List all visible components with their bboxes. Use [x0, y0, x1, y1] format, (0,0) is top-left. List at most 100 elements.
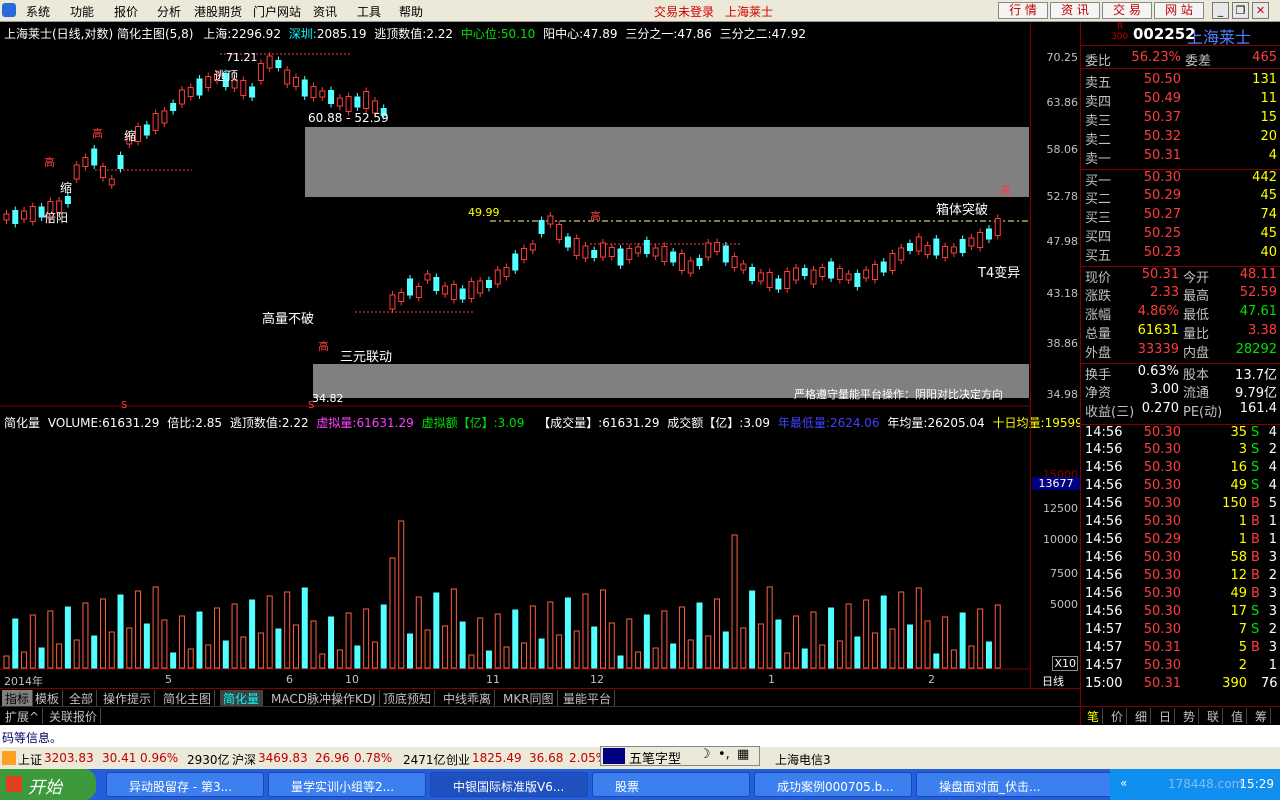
menu-item-news[interactable]: 资讯 [313, 3, 337, 20]
tab-indicator[interactable]: 操作KDJ [328, 690, 380, 706]
menu-item-portal[interactable]: 门户网站 [253, 3, 301, 20]
tab-indicator[interactable]: MKR同图 [500, 690, 558, 706]
tab-indicator[interactable]: MACD脉冲 [268, 690, 335, 706]
bid-row[interactable]: 买四 50.25 45 [1081, 226, 1280, 245]
moon-icon[interactable]: ☽ [699, 747, 711, 762]
tab-indicator[interactable]: 模板 [32, 690, 64, 706]
menu-item-quote[interactable]: 报价 [114, 3, 138, 20]
escape-top-label: 逃顶 [214, 69, 239, 83]
side-tab[interactable]: 价 [1108, 708, 1128, 724]
tab-indicator[interactable]: 中线乖离 [440, 690, 496, 706]
tab-indicator[interactable]: 简化量 [220, 690, 264, 706]
quote-panel: R 300 002252 上海莱士 委比 56.23% 委差 465 卖五 50… [1080, 22, 1280, 726]
candle [143, 124, 150, 136]
ask-row[interactable]: 卖三 50.37 15 [1081, 110, 1280, 129]
menu-item-system[interactable]: 系统 [26, 3, 50, 20]
task-item[interactable]: 股票 [592, 772, 750, 797]
candle [336, 97, 343, 107]
tab-indicator[interactable]: 全部 [66, 690, 98, 706]
restore-icon[interactable]: ❐ [1232, 2, 1249, 19]
minimize-icon[interactable]: _ [1212, 2, 1229, 19]
tab-indicator[interactable]: 顶底预知 [380, 690, 436, 706]
news-button[interactable]: 资 讯 [1050, 2, 1100, 19]
volume-bar [29, 614, 36, 669]
v4999-label: 49.99 [468, 206, 500, 219]
close-icon[interactable]: ✕ [1252, 2, 1269, 19]
task-item[interactable]: 成功案例000705.b... [754, 772, 912, 797]
candle [363, 91, 370, 109]
menu-item-help[interactable]: 帮助 [399, 3, 423, 20]
bid-volume: 40 [1260, 245, 1277, 260]
ask-row[interactable]: 卖二 50.32 20 [1081, 129, 1280, 148]
side-tab[interactable]: 细 [1132, 708, 1152, 724]
side-tab[interactable]: 笔 [1084, 708, 1104, 724]
bid-row[interactable]: 买三 50.27 74 [1081, 207, 1280, 226]
windows-logo-icon [6, 776, 22, 792]
menu-item-hk-futures[interactable]: 港股期货 [194, 3, 242, 20]
tab-indicator[interactable]: 量能平台 [560, 690, 616, 706]
year-low-value: 2624.06 [829, 416, 880, 430]
side-tab[interactable]: 势 [1180, 708, 1200, 724]
tray-arrow-icon[interactable]: « [1120, 776, 1127, 790]
candle [591, 250, 598, 258]
tick-side: S [1251, 622, 1260, 637]
side-tab[interactable]: 日 [1156, 708, 1176, 724]
side-tab[interactable]: 筹 [1252, 708, 1272, 724]
task-label: 成功案例000705.b... [777, 780, 894, 794]
website-button[interactable]: 网 站 [1154, 2, 1204, 19]
tick-volume: 7 [1238, 622, 1247, 637]
menu-item-function[interactable]: 功能 [70, 3, 94, 20]
tick-count: 2 [1268, 442, 1277, 457]
menu-item-analysis[interactable]: 分析 [157, 3, 181, 20]
start-button[interactable]: 开始 [0, 769, 96, 800]
cy-index-name[interactable]: 创业 [446, 751, 470, 768]
candle [99, 166, 106, 178]
task-item[interactable]: 操盘面对面_伏击... [916, 772, 1112, 797]
trade-button[interactable]: 交 易 [1102, 2, 1152, 19]
volume-bar [354, 645, 361, 669]
bid-row[interactable]: 买二 50.29 45 [1081, 188, 1280, 207]
tick-price: 50.30 [1143, 442, 1181, 457]
keyboard-icon[interactable]: ▦ [737, 747, 749, 762]
clock[interactable]: 15:29 [1239, 777, 1274, 791]
menu-item-tools[interactable]: 工具 [357, 3, 381, 20]
sh-label: 上海: [203, 27, 232, 41]
vol-unit: X10 [1052, 656, 1078, 671]
volume-bar [757, 623, 764, 669]
tick-volume: 49 [1230, 478, 1247, 493]
tick-price: 50.30 [1143, 496, 1181, 511]
tab-indicator[interactable]: 简化主图 [160, 690, 216, 706]
ask-row[interactable]: 卖一 50.31 4 [1081, 148, 1280, 167]
tab-indicator[interactable]: 操作提示 [100, 690, 156, 706]
volume-bar [292, 624, 299, 669]
ask-price: 50.50 [1143, 72, 1181, 87]
candle [3, 213, 10, 221]
ask-row[interactable]: 卖四 50.49 11 [1081, 91, 1280, 110]
side-tab[interactable]: 值 [1228, 708, 1248, 724]
punct-icon[interactable]: •, [718, 747, 730, 762]
tick-price: 50.30 [1143, 425, 1181, 440]
tab-extend[interactable]: 扩展^ [2, 708, 44, 724]
tab-indicator[interactable]: 指标 [2, 690, 34, 706]
hs-index-change: 26.96 [315, 751, 350, 765]
bid-row[interactable]: 买五 50.23 40 [1081, 245, 1280, 264]
ask-label: 卖四 [1085, 95, 1112, 110]
login-status[interactable]: 交易未登录 [654, 3, 714, 20]
tick-row: 14:56 50.30 3 S 2 [1081, 442, 1280, 460]
kline-chart-area[interactable]: 上海莱士(日线,对数) 简化主图(5,8) 上海:2296.92 深圳:2085… [0, 22, 1083, 688]
volume-bar [924, 620, 931, 669]
candle [512, 253, 519, 271]
task-item-active[interactable]: 中银国际标准版V6... [430, 772, 588, 797]
tab-related-quote[interactable]: 关联报价 [46, 708, 102, 724]
task-item[interactable]: 异动股留存 - 第3... [106, 772, 264, 797]
tick-volume: 390 [1222, 676, 1247, 691]
hs-index-name[interactable]: 沪深 [232, 751, 256, 768]
bid-row[interactable]: 买一 50.30 442 [1081, 169, 1280, 189]
ask-row[interactable]: 卖五 50.50 131 [1081, 72, 1280, 91]
sh-index-name[interactable]: 上证 [18, 751, 42, 768]
side-tab[interactable]: 联 [1204, 708, 1224, 724]
quote-button[interactable]: 行 情 [998, 2, 1048, 19]
ime-toolbar[interactable]: 五笔字型 ☽ •, ▦ [600, 746, 760, 767]
task-item[interactable]: 量学实训小组等2... [268, 772, 426, 797]
volume-bar [933, 653, 940, 669]
